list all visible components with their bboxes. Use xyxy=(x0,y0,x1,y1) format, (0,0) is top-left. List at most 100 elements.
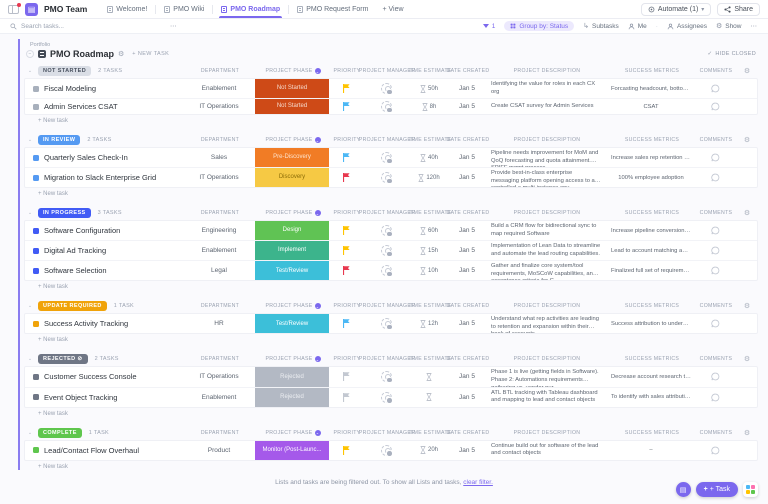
column-header-project-phase[interactable]: PROJECT PHASE ⌄ xyxy=(256,210,330,217)
comments-cell[interactable] xyxy=(695,84,735,93)
workspace-logo[interactable]: ▤ xyxy=(25,2,38,16)
project-manager-cell[interactable] xyxy=(363,318,409,331)
column-header-time-estimate[interactable]: TIME ESTIMATE xyxy=(408,430,451,436)
time-estimate-cell[interactable]: 20h xyxy=(409,446,449,454)
department-cell[interactable]: Product xyxy=(183,447,255,454)
task-status-icon[interactable] xyxy=(33,174,39,181)
success-metrics-cell[interactable]: Increase pipeline conversion of new busi… xyxy=(607,228,695,234)
task-name[interactable]: Customer Success Console xyxy=(44,372,137,381)
column-header-time-estimate[interactable]: TIME ESTIMATE xyxy=(408,137,451,143)
column-settings-icon[interactable]: ⚙ xyxy=(736,67,758,75)
project-manager-cell[interactable] xyxy=(363,152,409,165)
column-settings-icon[interactable]: ⚙ xyxy=(736,136,758,144)
comments-cell[interactable] xyxy=(695,153,735,162)
collapse-group-icon[interactable]: ⌄ xyxy=(26,136,34,144)
app-launcher-button[interactable] xyxy=(743,482,758,497)
comments-cell[interactable] xyxy=(695,173,735,182)
project-description-cell[interactable]: Build a CRM flow for bidirectional sync … xyxy=(485,221,607,240)
column-header-comments[interactable]: COMMENTS xyxy=(696,430,736,436)
status-badge[interactable]: IN PROGRESS xyxy=(38,208,91,219)
project-phase-cell[interactable]: Pre-Discovery xyxy=(255,148,329,168)
status-badge[interactable]: NOT STARTED xyxy=(38,66,92,76)
success-metrics-cell[interactable]: To identify with sales attribution varia… xyxy=(607,394,695,400)
priority-cell[interactable] xyxy=(329,84,363,94)
project-phase-cell[interactable]: Test/Review xyxy=(255,261,329,281)
status-badge[interactable]: COMPLETE xyxy=(38,427,82,438)
column-header-project-phase[interactable]: PROJECT PHASE ⌄ xyxy=(256,303,330,310)
tab-pmo-request-form[interactable]: PMO Request Form xyxy=(291,0,374,18)
workspace-name[interactable]: PMO Team xyxy=(44,4,87,14)
add-task-fab-button[interactable]: + + Task xyxy=(695,482,738,497)
task-row[interactable]: Migration to Slack Enterprise Grid IT Ope… xyxy=(25,168,757,188)
column-header-project-description[interactable]: PROJECT DESCRIPTION xyxy=(486,303,608,309)
tab-pmo-roadmap[interactable]: PMO Roadmap xyxy=(215,0,286,18)
project-phase-cell[interactable]: Rejected xyxy=(255,387,329,407)
search-more-icon[interactable]: ⋯ xyxy=(170,22,178,30)
add-view-button[interactable]: + View xyxy=(376,0,409,18)
avatar-placeholder[interactable] xyxy=(380,265,393,278)
priority-cell[interactable] xyxy=(329,392,363,402)
comments-cell[interactable] xyxy=(695,393,735,402)
project-description-cell[interactable]: Understand what rep activities are leadi… xyxy=(485,314,607,333)
department-cell[interactable]: Enablement xyxy=(183,85,255,92)
new-task-header-button[interactable]: + NEW TASK xyxy=(132,51,169,57)
comments-cell[interactable] xyxy=(695,102,735,111)
project-manager-cell[interactable] xyxy=(363,83,409,96)
success-metrics-cell[interactable]: 100% employee adoption xyxy=(607,175,695,181)
time-estimate-cell[interactable] xyxy=(409,373,449,381)
project-description-cell[interactable]: Pipeline needs improvement for MoM and Q… xyxy=(485,148,607,167)
project-description-cell[interactable]: Provide best-in-class enterprise messagi… xyxy=(485,168,607,187)
avatar-placeholder[interactable] xyxy=(380,318,393,331)
department-cell[interactable]: IT Operations xyxy=(183,103,255,110)
column-header-success-metrics[interactable]: SUCCESS METRICS xyxy=(608,430,696,436)
toolbar-more-icon[interactable]: ⋯ xyxy=(751,22,759,30)
task-name[interactable]: Lead/Contact Flow Overhaul xyxy=(44,446,139,455)
collapse-portfolio-icon[interactable]: − xyxy=(26,50,34,58)
group-by-button[interactable]: Group by: Status xyxy=(504,21,575,31)
avatar-placeholder[interactable] xyxy=(380,172,393,185)
clear-filter-link[interactable]: clear filter. xyxy=(463,479,493,486)
priority-cell[interactable] xyxy=(329,153,363,163)
task-row[interactable]: Software Selection Legal Test/Review 10h Jan… xyxy=(25,261,757,281)
avatar-placeholder[interactable] xyxy=(380,371,393,384)
task-name[interactable]: Success Activity Tracking xyxy=(44,319,128,328)
success-metrics-cell[interactable]: Forcasting headcount, bottom line, CAC, … xyxy=(607,86,695,92)
project-phase-cell[interactable]: Monitor (Post-Launc... xyxy=(255,440,329,460)
task-name[interactable]: Fiscal Modeling xyxy=(44,84,96,93)
task-row[interactable]: Quarterly Sales Check-In Sales Pre-Discove… xyxy=(25,148,757,169)
column-header-time-estimate[interactable]: TIME ESTIMATE xyxy=(408,68,451,74)
task-row[interactable]: Admin Services CSAT IT Operations Not Star… xyxy=(25,99,757,115)
project-phase-cell[interactable]: Rejected xyxy=(255,367,329,387)
project-phase-cell[interactable]: Discovery xyxy=(255,168,329,188)
column-header-department[interactable]: DEPARTMENT xyxy=(184,430,256,436)
comments-cell[interactable] xyxy=(695,446,735,455)
new-task-button[interactable]: + New task xyxy=(24,461,758,470)
status-badge[interactable]: IN REVIEW xyxy=(38,135,81,146)
project-phase-cell[interactable]: Not Started xyxy=(255,99,329,115)
column-header-department[interactable]: DEPARTMENT xyxy=(184,303,256,309)
project-phase-cell[interactable]: Implement xyxy=(255,241,329,261)
priority-cell[interactable] xyxy=(329,266,363,276)
department-cell[interactable]: Legal xyxy=(183,267,255,274)
status-badge[interactable]: UPDATE REQUIRED xyxy=(38,301,107,312)
time-estimate-cell[interactable]: 120h xyxy=(409,173,449,182)
comments-cell[interactable] xyxy=(695,319,735,328)
column-header-department[interactable]: DEPARTMENT xyxy=(184,210,256,216)
time-estimate-cell[interactable]: 12h xyxy=(409,320,449,328)
comments-cell[interactable] xyxy=(695,372,735,381)
column-header-project-description[interactable]: PROJECT DESCRIPTION xyxy=(486,356,608,362)
new-task-button[interactable]: + New task xyxy=(24,115,758,124)
column-header-department[interactable]: DEPARTMENT xyxy=(184,356,256,362)
task-status-icon[interactable] xyxy=(33,394,39,401)
column-header-date-created[interactable]: DATE CREATED xyxy=(447,210,490,216)
status-badge[interactable]: REJECTED ⊘ xyxy=(38,354,88,365)
collapse-group-icon[interactable]: ⌄ xyxy=(26,302,34,310)
column-header-project-manager[interactable]: PROJECT MANAGER xyxy=(359,68,415,74)
time-estimate-cell[interactable]: 10h xyxy=(409,267,449,275)
new-task-button[interactable]: + New task xyxy=(24,281,758,290)
time-estimate-cell[interactable]: 15h xyxy=(409,246,449,255)
column-header-time-estimate[interactable]: TIME ESTIMATE xyxy=(408,356,451,362)
column-header-project-manager[interactable]: PROJECT MANAGER xyxy=(359,210,415,216)
sidebar-toggle-icon[interactable] xyxy=(8,2,21,14)
column-header-date-created[interactable]: DATE CREATED xyxy=(447,137,490,143)
